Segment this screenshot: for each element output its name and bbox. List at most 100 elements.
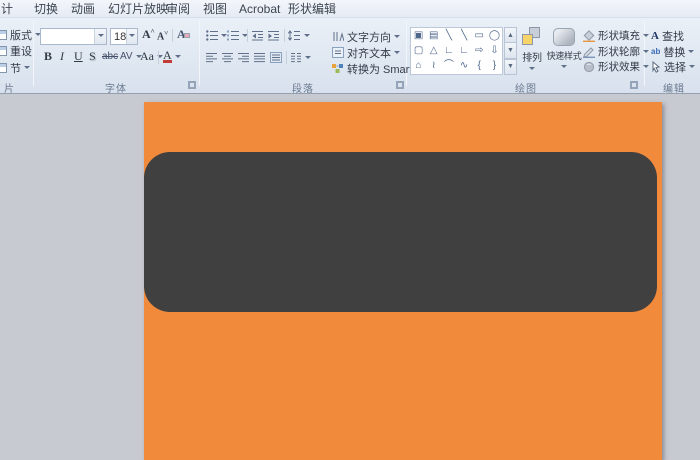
- shape-option[interactable]: {: [472, 59, 487, 74]
- increase-indent-button[interactable]: [268, 28, 280, 43]
- quick-styles-button[interactable]: 快速样式: [547, 26, 582, 86]
- chevron-down-icon: [643, 50, 649, 56]
- character-spacing-button[interactable]: AV: [120, 49, 142, 64]
- grow-font-button[interactable]: A˄: [142, 27, 155, 42]
- shape-effects-button[interactable]: 形状效果: [583, 59, 649, 74]
- italic-button[interactable]: I: [60, 49, 64, 64]
- align-left-button[interactable]: [206, 50, 218, 65]
- change-case-button[interactable]: Aa: [140, 49, 163, 64]
- align-center-icon: [222, 53, 233, 63]
- align-text-button[interactable]: 对齐文本: [332, 45, 400, 60]
- shape-option[interactable]: }: [487, 59, 502, 74]
- shape-effects-icon: [583, 61, 595, 72]
- text-shadow-button[interactable]: S: [89, 49, 96, 64]
- reset-icon: [0, 45, 7, 56]
- decrease-indent-button[interactable]: [252, 28, 264, 43]
- shape-option[interactable]: ▣: [411, 28, 426, 43]
- strikethrough-icon: abc: [102, 51, 119, 62]
- shape-option[interactable]: ⌒: [441, 59, 456, 74]
- ribbon: 版式 重设 节 片 18 A˄ A˅ A B I U S abc AV Aa A…: [0, 18, 700, 95]
- shape-option[interactable]: ⌂: [411, 59, 426, 74]
- strikethrough-button[interactable]: abc: [102, 49, 118, 64]
- gallery-scroll-down[interactable]: ▼: [504, 43, 517, 59]
- chevron-down-icon: [689, 65, 695, 71]
- align-text-icon: [332, 47, 344, 58]
- bold-button[interactable]: B: [44, 49, 52, 64]
- shape-option[interactable]: ▤: [426, 28, 441, 43]
- shape-outline-button[interactable]: 形状轮廓: [583, 44, 649, 59]
- underline-button[interactable]: U: [74, 49, 83, 64]
- shape-option[interactable]: ∟: [441, 43, 456, 58]
- shape-option[interactable]: ▢: [411, 43, 426, 58]
- font-dialog-launcher[interactable]: [188, 81, 196, 89]
- justify-button[interactable]: [254, 50, 266, 65]
- shrink-font-button[interactable]: A˅: [157, 28, 168, 43]
- tab-animations[interactable]: 动画: [71, 0, 95, 18]
- shape-fill-label: 形状填充: [598, 30, 640, 42]
- rounded-rectangle-shape[interactable]: [144, 152, 657, 312]
- line-spacing-button[interactable]: [288, 28, 310, 43]
- tab-acrobat[interactable]: Acrobat: [239, 0, 280, 18]
- tab-slideshow[interactable]: 幻灯片放映: [108, 0, 168, 18]
- paragraph-dialog-launcher[interactable]: [396, 81, 404, 89]
- slide-canvas[interactable]: [144, 102, 662, 460]
- shape-option[interactable]: ⇨: [472, 43, 487, 58]
- layout-icon: [0, 29, 7, 40]
- columns-button[interactable]: [290, 50, 311, 65]
- arrange-button[interactable]: 排列: [518, 26, 546, 86]
- select-button[interactable]: 选择: [651, 59, 695, 74]
- gallery-more-button[interactable]: ▼: [504, 58, 517, 75]
- font-name-combobox[interactable]: [40, 28, 107, 45]
- tab-shape-edit[interactable]: 形状编辑: [288, 0, 336, 18]
- arrange-label: 排列: [522, 53, 542, 64]
- shape-option[interactable]: ▭: [472, 28, 487, 43]
- chevron-down-icon: [688, 50, 695, 56]
- chevron-down-icon: [561, 65, 567, 71]
- replace-button[interactable]: ab 替换: [651, 44, 695, 59]
- shape-option[interactable]: △: [426, 43, 441, 58]
- gallery-scroll-up[interactable]: ▲: [504, 27, 517, 44]
- shape-option[interactable]: ◯: [487, 28, 502, 43]
- numbering-button[interactable]: [227, 28, 248, 43]
- find-button[interactable]: A 查找: [651, 28, 684, 43]
- font-color-button[interactable]: A: [163, 49, 181, 64]
- shapes-gallery[interactable]: ▣ ▤ ╲ ╲ ▭ ◯ ▢ △ ∟ ∟ ⇨ ⇩ ⌂ ≀ ⌒ ∿ { }: [410, 27, 503, 75]
- layout-button[interactable]: 版式: [0, 27, 41, 42]
- align-right-button[interactable]: [238, 50, 250, 65]
- justify-icon: [254, 53, 265, 63]
- drawing-dialog-launcher[interactable]: [630, 81, 638, 89]
- chevron-down-icon: [304, 34, 310, 40]
- chevron-down-icon[interactable]: [126, 29, 137, 44]
- group-separator: [199, 20, 200, 86]
- shape-option[interactable]: ∿: [457, 59, 472, 74]
- quick-styles-icon: [553, 28, 575, 46]
- tab-transitions[interactable]: 切换: [34, 0, 58, 18]
- chevron-down-icon: [643, 65, 649, 71]
- section-label: 节: [10, 62, 21, 75]
- font-size-combobox[interactable]: 18: [110, 28, 138, 45]
- tab-design-partial[interactable]: 计: [1, 0, 13, 18]
- reset-button[interactable]: 重设: [0, 43, 32, 58]
- tab-view[interactable]: 视图: [203, 0, 227, 18]
- text-direction-label: 文字方向: [347, 31, 391, 44]
- chevron-down-icon[interactable]: [94, 29, 106, 44]
- shape-outline-icon: [583, 46, 595, 58]
- decrease-indent-icon: [252, 31, 263, 41]
- shape-option[interactable]: ╲: [441, 28, 456, 43]
- ribbon-tab-bar: 计 切换 动画 幻灯片放映 审阅 视图 Acrobat 形状编辑: [0, 0, 700, 18]
- shape-option[interactable]: ╲: [457, 28, 472, 43]
- tab-review[interactable]: 审阅: [166, 0, 190, 18]
- font-color-icon: A: [163, 48, 172, 63]
- bullets-button[interactable]: [206, 28, 227, 43]
- shape-option[interactable]: ∟: [457, 43, 472, 58]
- shape-option[interactable]: ≀: [426, 59, 441, 74]
- text-direction-button[interactable]: 文字方向: [332, 29, 400, 44]
- clear-formatting-button[interactable]: A: [177, 27, 190, 42]
- slide-workspace: [0, 95, 700, 460]
- distribute-text-button[interactable]: [270, 50, 282, 65]
- shape-fill-button[interactable]: 形状填充: [583, 28, 649, 43]
- section-button[interactable]: 节: [0, 60, 30, 75]
- layout-label: 版式: [10, 29, 32, 42]
- shape-option[interactable]: ⇩: [487, 43, 502, 58]
- align-center-button[interactable]: [222, 50, 234, 65]
